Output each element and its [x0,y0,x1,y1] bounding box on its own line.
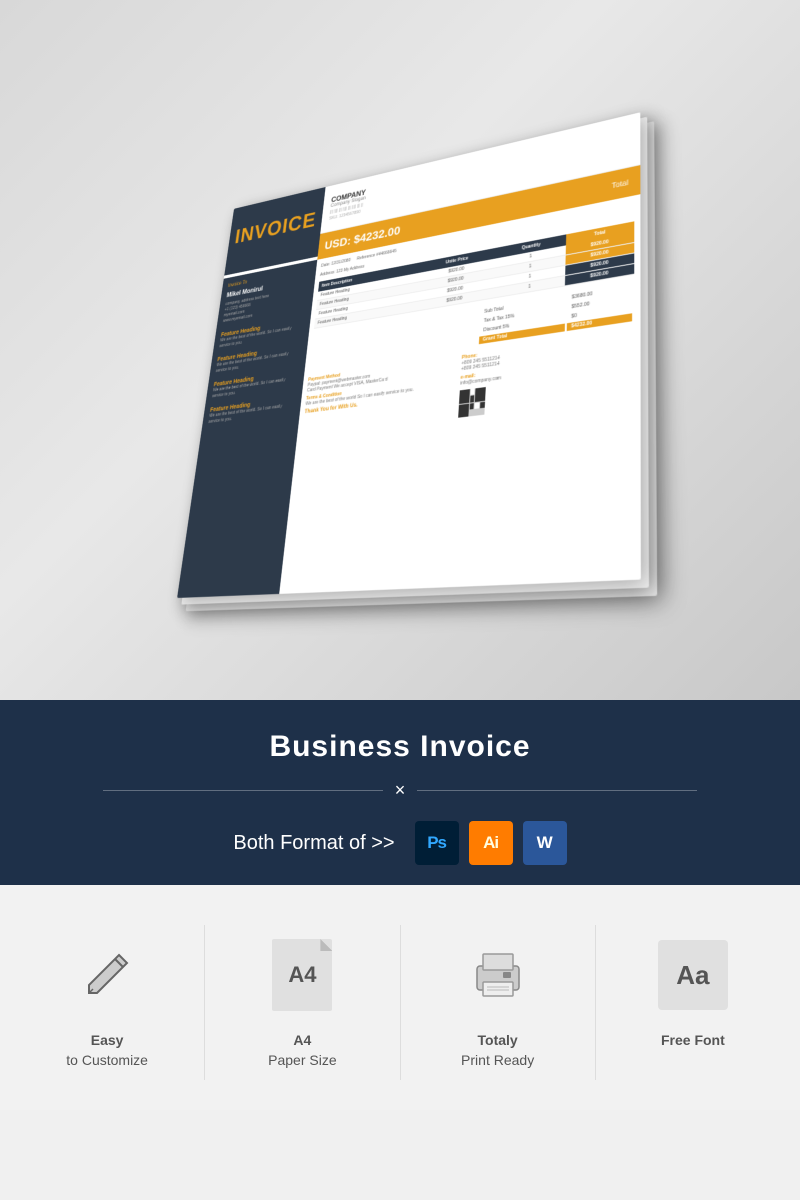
tax-value: $552.00 [568,294,633,312]
banner-section: Business Invoice × Both Format of >> Ps … [0,700,800,885]
company-tagline: Company Slogan [330,135,630,208]
subtotal-label: Sub Total [480,295,566,316]
printer-icon-wrap [458,935,538,1015]
cell-qty: 1 [495,276,566,298]
discount-label: Discount 5% [479,314,565,335]
word-icon: W [523,821,567,865]
discount-row: Discount 5% $0 [479,303,632,334]
photoshop-icon: Ps [415,821,459,865]
discount-value: $0 [567,303,632,321]
cell-total: $920.00 [565,264,634,286]
a4-icon: A4 [272,939,332,1011]
feature-2: Feature Heading We are the best of the w… [215,343,301,373]
divider-line-right [417,790,697,791]
feature-paper-label: A4 Paper Size [268,1031,336,1070]
grand-total-value: $4232.00 [567,313,632,331]
mockup-section: INVOICE COMPANY Company Slogan ||| |||| … [0,0,800,700]
feature-print-label: Totaly Print Ready [461,1031,534,1070]
feature-4: Feature Heading We are the best of the w… [208,396,296,425]
invoice-wrapper: INVOICE COMPANY Company Slogan ||| |||| … [120,70,680,630]
invoice-stack: INVOICE COMPANY Company Slogan ||| |||| … [174,108,664,618]
font-icon-wrap: Aa [653,935,733,1015]
cell-qty: 1 [495,265,566,288]
phone-text: +809 245 5511214+809 245 5511214 [461,336,634,372]
grand-total-label: Grant Total [479,324,565,345]
feature-3: Feature Heading We are the best of the w… [212,369,299,399]
illustrator-icon: Ai [469,821,513,865]
feature-free-font: Aa Free Font [596,925,790,1080]
feature-print-ready: Totaly Print Ready [401,925,596,1080]
feature-paper-size: A4 A4 Paper Size [205,925,400,1080]
subtotal-row: Sub Total $3680.00 [480,284,632,316]
feature-customize: Easy to Customize [10,925,205,1080]
pencil-icon [67,935,147,1015]
feature-font-label: Free Font [661,1031,725,1051]
qr-code [458,387,486,418]
tax-label: Tax & Tax 15% [480,304,566,325]
grand-total-row: Grant Total $4232.00 [479,313,632,344]
banner-title: Business Invoice [20,730,780,764]
invoice-content: INVOICE COMPANY Company Slogan ||| |||| … [177,112,641,598]
cell-total: $920.00 [565,253,634,276]
divider-line-left [103,790,383,791]
a4-icon-wrap: A4 [262,935,342,1015]
paper-top: INVOICE COMPANY Company Slogan ||| |||| … [177,112,641,598]
totals-table: Sub Total $3680.00 Tax & Tax 15% $552.00… [477,281,634,346]
banner-formats: Both Format of >> Ps Ai W [20,821,780,865]
format-icons: Ps Ai W [415,821,567,865]
tax-row: Tax & Tax 15% $552.00 [480,294,632,326]
feature-customize-label: Easy to Customize [66,1031,148,1070]
cell-qty: 1 [496,255,566,278]
features-section: Easy to Customize A4 A4 Paper Size [0,885,800,1110]
invoice-left-col: Invoice To Mikel Monirul company, addres… [177,260,317,598]
font-icon: Aa [658,940,728,1010]
subtotal-value: $3680.00 [568,284,632,302]
phone-title: Phone: [462,330,635,361]
divider-symbol: × [395,780,406,801]
banner-divider: × [20,780,780,801]
format-label: Both Format of >> [233,832,394,855]
